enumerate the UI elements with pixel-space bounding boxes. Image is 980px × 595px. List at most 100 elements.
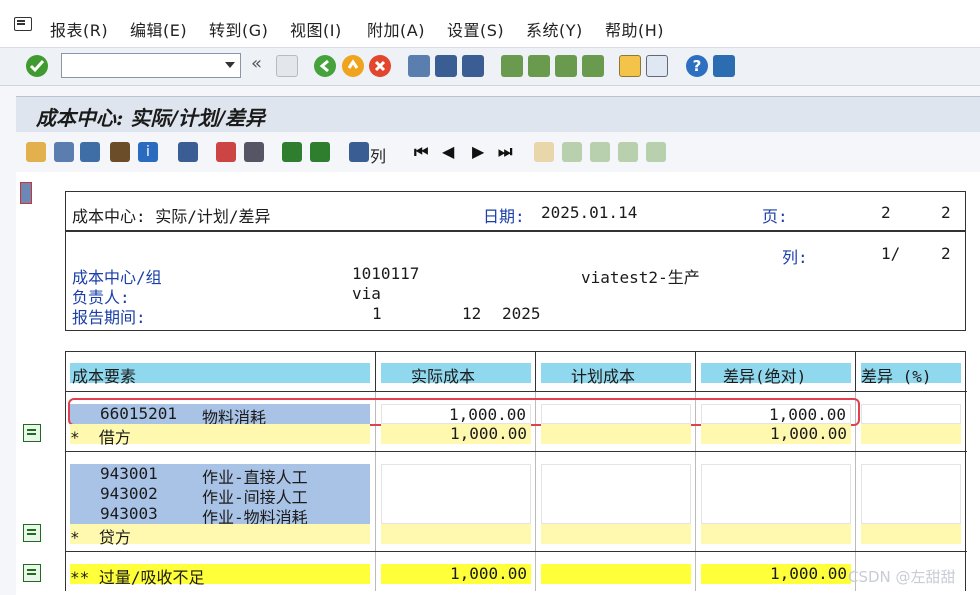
debit-total-actual[interactable]: 1,000.00 [381,424,531,444]
menu-settings[interactable]: 设置(S) [447,17,504,41]
hierarchy-icon[interactable] [26,142,46,162]
customize-layout-icon[interactable] [713,55,735,77]
row-highlight-annotation [68,398,860,426]
page-label: 页: [762,207,788,226]
exit-icon[interactable] [342,55,364,77]
enter-icon[interactable] [26,55,48,77]
table-row-element[interactable]: 943003 作业-物料消耗 [70,504,370,527]
grand-total-row[interactable]: ** 过量/吸收不足 [70,564,370,587]
credit-actual-cells[interactable] [381,464,531,524]
subtotal-icon[interactable] [23,524,41,542]
info-icon[interactable]: i [138,142,158,162]
selection-marker-icon[interactable] [20,182,32,204]
help-icon[interactable]: ? [686,55,708,77]
last-column-icon[interactable]: ⏭ [498,142,512,162]
credit-variance-cells[interactable] [701,464,851,524]
sort-ascending-icon[interactable] [282,142,302,162]
total-icon[interactable] [23,564,41,582]
print-icon[interactable] [408,55,430,77]
menu-view[interactable]: 视图(I) [290,17,342,41]
menu-report[interactable]: 报表(R) [50,17,108,41]
debit-total-variance[interactable]: 1,000.00 [701,424,851,444]
col-header-plan[interactable]: 计划成本 [541,363,691,386]
col-header-variance-pct[interactable]: 差异 (%) [861,363,961,386]
select-icon[interactable] [216,142,236,162]
last-page-icon[interactable] [582,55,604,77]
period-from: 1 [372,304,382,323]
menu-edit[interactable]: 编辑(E) [130,17,187,41]
save-icon[interactable] [276,55,298,77]
first-column-icon[interactable]: ⏮ [414,142,428,162]
menu-extras[interactable]: 附加(A) [367,17,425,41]
menu-system[interactable]: 系统(Y) [526,17,583,41]
find-icon[interactable] [435,55,457,77]
page-value: 2 [881,203,891,222]
debit-total-row[interactable]: * 借方 [70,424,370,447]
new-session-icon[interactable] [619,55,641,77]
find-column-icon[interactable] [349,142,369,162]
owner-value: via [352,284,381,303]
credit-total-row[interactable]: * 贷方 [70,524,370,547]
layout-icon[interactable] [110,142,130,162]
col-header-variance-abs[interactable]: 差异(绝对) [701,363,851,386]
command-field[interactable] [61,53,241,78]
table-row-element[interactable]: 943001 作业-直接人工 [70,464,370,487]
next-page-icon[interactable] [555,55,577,77]
collapse-all-icon[interactable] [590,142,610,162]
credit-total-pct[interactable] [861,524,961,544]
expand-icon[interactable] [534,142,554,162]
grand-total-actual[interactable]: 1,000.00 [381,564,531,584]
column-label: 列: [782,248,808,267]
chevron-down-icon[interactable] [225,62,235,68]
period-year: 2025 [502,304,541,323]
cost-center-value: 1010117 [352,264,420,283]
report-info-box: 列: 1/ 2 成本中心/组 1010117 viatest2-生产 负责人: … [65,231,966,331]
table-row-element[interactable]: 943002 作业-间接人工 [70,484,370,507]
variance-pct-cell[interactable] [861,404,961,424]
page-total: 2 [941,203,951,222]
credit-pct-cells[interactable] [861,464,961,524]
back-icon[interactable] [314,55,336,77]
columns-button-label[interactable]: 列 [370,143,386,167]
col-header-actual[interactable]: 实际成本 [381,363,531,386]
next-column-icon[interactable]: ▶ [472,142,484,161]
system-menu-icon[interactable] [14,17,32,31]
menu-bar: 报表(R) 编辑(E) 转到(G) 视图(I) 附加(A) 设置(S) 系统(Y… [0,0,980,48]
shortcut-icon[interactable] [646,55,668,77]
col-header-cost-element[interactable]: 成本要素 [70,363,370,386]
report-header-box: 成本中心: 实际/计划/差异 日期: 2025.01.14 页: 2 2 [65,191,966,231]
credit-total-variance[interactable] [701,524,851,544]
credit-total-actual[interactable] [381,524,531,544]
filter-icon[interactable] [178,142,198,162]
period-label: 报告期间: [72,308,146,327]
previous-page-icon[interactable] [528,55,550,77]
period-to: 12 [462,304,482,323]
columns-icon[interactable] [244,142,264,162]
title-bar: 成本中心: 实际/计划/差异 [16,96,980,132]
debit-total-plan[interactable] [541,424,691,444]
subtotal-icon[interactable] [23,424,41,442]
zoom-icon[interactable] [54,142,74,162]
first-page-icon[interactable] [501,55,523,77]
page-title: 成本中心: 实际/计划/差异 [36,106,265,130]
expand-all-icon[interactable] [562,142,582,162]
column-value: 1/ [881,244,901,263]
collapse-icon[interactable] [618,142,638,162]
grand-total-plan[interactable] [541,564,691,584]
application-toolbar: i 列 ⏮ ◀ ▶ ⏭ [16,134,980,172]
date-value: 2025.01.14 [541,203,638,222]
cost-center-desc: viatest2-生产 [581,268,700,287]
variant-icon[interactable] [80,142,100,162]
level-icon[interactable] [646,142,666,162]
sort-descending-icon[interactable] [310,142,330,162]
menu-goto[interactable]: 转到(G) [209,17,268,41]
credit-total-plan[interactable] [541,524,691,544]
menu-help[interactable]: 帮助(H) [605,17,664,41]
credit-plan-cells[interactable] [541,464,691,524]
find-next-icon[interactable] [462,55,484,77]
cancel-icon[interactable] [369,55,391,77]
previous-column-icon[interactable]: ◀ [442,142,454,161]
debit-total-pct[interactable] [861,424,961,444]
grand-total-variance[interactable]: 1,000.00 [701,564,851,584]
collapse-toolbar-icon[interactable]: « [251,53,262,74]
